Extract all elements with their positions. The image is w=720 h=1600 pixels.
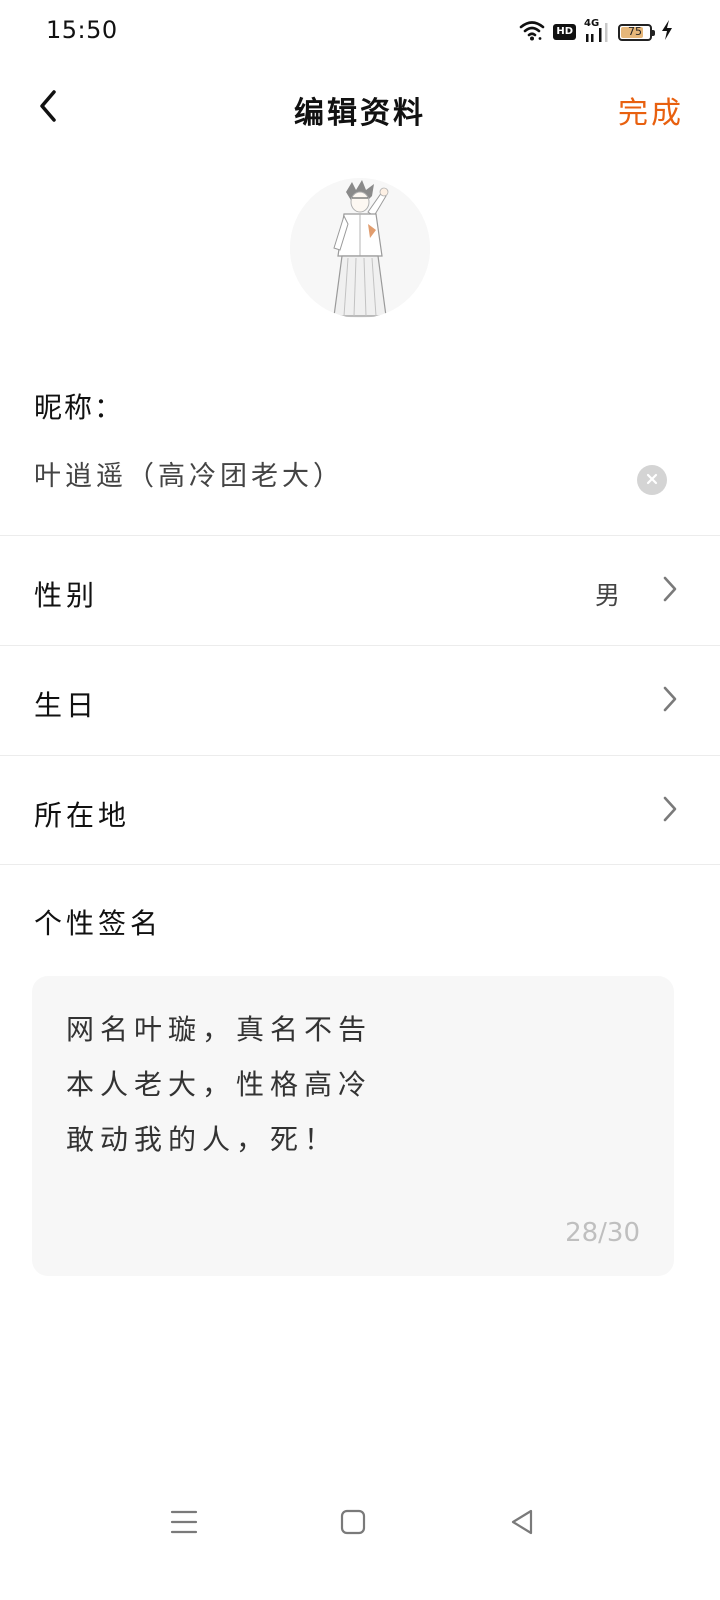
charging-icon <box>660 19 674 45</box>
clear-nickname-button[interactable] <box>637 465 667 495</box>
menu-icon <box>170 1509 198 1539</box>
nickname-input[interactable] <box>34 458 624 489</box>
character-count: 28/30 <box>565 1218 640 1248</box>
page-title: 编辑资料 <box>294 96 426 131</box>
chevron-right-icon <box>658 794 682 824</box>
location-label: 所在地 <box>34 799 131 832</box>
signature-label: 个性签名 <box>34 907 163 940</box>
hd-icon: HD <box>553 24 576 40</box>
signature-text: 网名叶璇，真名不告 本人老大，性格高冷 敢动我的人，死！ <box>66 1013 373 1156</box>
gender-value: 男 <box>594 581 620 610</box>
clear-icon <box>645 471 659 490</box>
birthday-row[interactable]: 生日 <box>0 646 720 754</box>
location-row[interactable]: 所在地 <box>0 756 720 864</box>
home-button[interactable] <box>333 1504 373 1544</box>
gender-row[interactable]: 性别 男 <box>0 536 720 644</box>
header: 编辑资料 完成 <box>0 64 720 154</box>
done-button[interactable]: 完成 <box>618 88 684 132</box>
wifi-icon <box>519 19 545 45</box>
birthday-label: 生日 <box>34 689 99 722</box>
system-nav-bar <box>0 1490 720 1560</box>
avatar-illustration <box>290 178 430 318</box>
menu-button[interactable] <box>164 1504 204 1544</box>
divider <box>0 864 720 865</box>
back-icon <box>509 1508 535 1540</box>
gender-label: 性别 <box>34 579 99 612</box>
signature-textarea[interactable]: 网名叶璇，真名不告 本人老大，性格高冷 敢动我的人，死！ 28/30 <box>32 976 674 1276</box>
signal-4g-icon: 4G <box>584 18 610 44</box>
chevron-right-icon <box>658 684 682 714</box>
nav-back-button[interactable] <box>502 1504 542 1544</box>
nickname-label: 昵称： <box>34 391 125 424</box>
battery-level: 75 <box>628 24 642 38</box>
status-icons: HD 4G 75 <box>519 18 674 46</box>
avatar[interactable] <box>290 178 430 318</box>
status-time: 15:50 <box>46 16 118 44</box>
status-bar: 15:50 HD 4G 75 <box>0 0 720 64</box>
home-icon <box>340 1509 366 1539</box>
battery-icon: 75 <box>618 23 655 41</box>
chevron-right-icon <box>658 574 682 604</box>
